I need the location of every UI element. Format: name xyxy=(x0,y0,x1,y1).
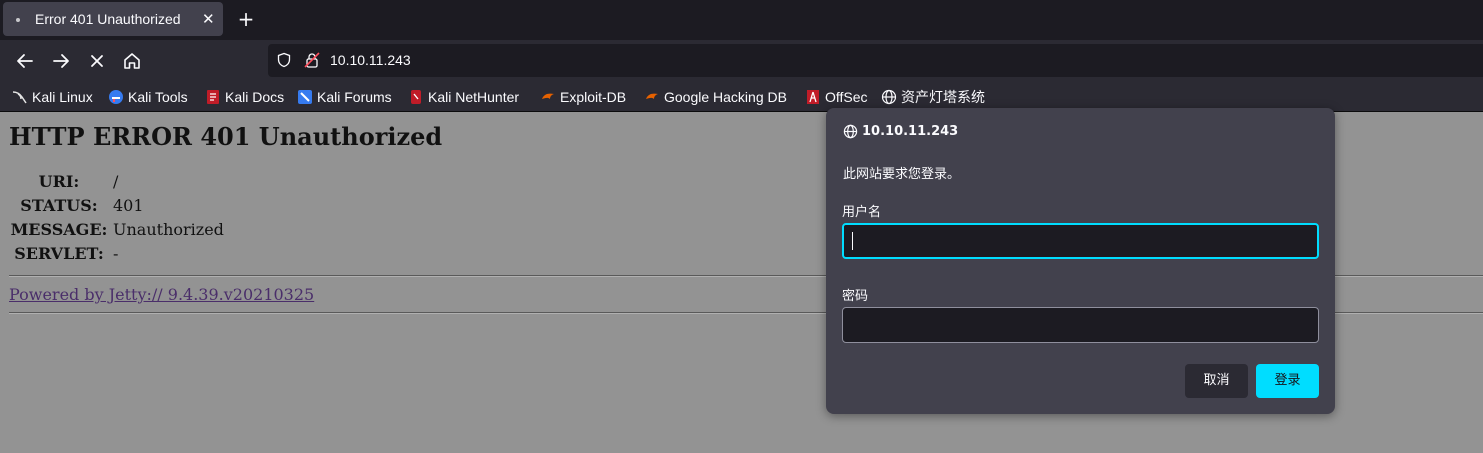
new-tab-button[interactable]: + xyxy=(233,6,259,32)
tab-title: Error 401 Unauthorized xyxy=(35,11,181,27)
bookmark-label: Kali Tools xyxy=(128,89,188,105)
navigation-bar: 10.10.11.243 xyxy=(0,40,1483,82)
page-title: HTTP ERROR 401 Unauthorized xyxy=(9,122,443,151)
username-label: 用户名 xyxy=(842,205,882,220)
password-label: 密码 xyxy=(842,289,869,304)
exploit-db-icon xyxy=(542,93,554,99)
dialog-message: 此网站要求您登录。 xyxy=(843,167,961,182)
tab-strip: Error 401 Unauthorized ✕ + xyxy=(0,0,1483,40)
kali-tools-icon xyxy=(109,90,123,104)
tab-active[interactable]: Error 401 Unauthorized ✕ xyxy=(3,2,223,36)
dialog-host-text: 10.10.11.243 xyxy=(862,124,959,139)
home-button[interactable] xyxy=(120,49,144,73)
bookmark-label: Google Hacking DB xyxy=(664,89,787,105)
username-input[interactable] xyxy=(842,223,1319,259)
password-input[interactable] xyxy=(842,307,1319,343)
kali-forums-icon xyxy=(298,90,312,104)
bookmark-label: 资产灯塔系统 xyxy=(901,89,985,105)
text-caret xyxy=(852,232,853,250)
cancel-button[interactable]: 取消 xyxy=(1185,364,1248,398)
info-key: URI: xyxy=(38,172,80,191)
back-button[interactable] xyxy=(13,49,37,73)
arrow-left-icon xyxy=(17,54,33,68)
ghdb-icon xyxy=(646,93,658,99)
login-button[interactable]: 登录 xyxy=(1256,364,1319,398)
bookmark-offsec[interactable]: OffSec xyxy=(805,88,868,106)
home-icon xyxy=(124,53,140,69)
powered-by-link[interactable]: Powered by Jetty:// 9.4.39.v20210325 xyxy=(9,285,314,304)
auth-dialog: 10.10.11.243 此网站要求您登录。 用户名 密码 取消 登录 xyxy=(826,108,1335,414)
tab-close-icon[interactable]: ✕ xyxy=(202,10,215,28)
stop-x-icon xyxy=(91,55,103,67)
bookmark-label: Exploit-DB xyxy=(560,89,627,105)
kali-nethunter-icon xyxy=(411,90,421,104)
info-key: SERVLET: xyxy=(14,244,104,263)
bookmark-kali-nethunter[interactable]: Kali NetHunter xyxy=(408,88,519,106)
forward-button[interactable] xyxy=(49,49,73,73)
arrow-right-icon xyxy=(53,54,69,68)
bookmark-label: Kali Forums xyxy=(317,89,392,105)
kali-dragon-icon xyxy=(12,91,27,104)
shield-icon[interactable] xyxy=(276,52,292,68)
dialog-host: 10.10.11.243 xyxy=(843,124,958,139)
bookmark-label: Kali Linux xyxy=(32,89,93,105)
kali-docs-icon xyxy=(207,90,219,104)
info-value: 401 xyxy=(113,196,144,215)
bookmark-kali-linux[interactable]: Kali Linux xyxy=(12,88,93,106)
bookmark-label: OffSec xyxy=(825,89,868,105)
bookmark-label: Kali NetHunter xyxy=(428,89,520,105)
globe-icon xyxy=(843,124,858,139)
bookmark-kali-docs[interactable]: Kali Docs xyxy=(205,88,284,106)
info-key: STATUS: xyxy=(20,196,98,215)
bookmark-asset-lighthouse[interactable]: 资产灯塔系统 xyxy=(881,88,985,106)
bookmark-ghdb[interactable]: Google Hacking DB xyxy=(644,88,787,106)
stop-button[interactable] xyxy=(85,49,109,73)
bookmark-label: Kali Docs xyxy=(225,89,285,105)
info-key: MESSAGE: xyxy=(10,220,108,239)
info-value: / xyxy=(113,172,119,191)
info-value: Unauthorized xyxy=(113,220,224,239)
bookmark-exploit-db[interactable]: Exploit-DB xyxy=(540,88,626,106)
bookmark-kali-tools[interactable]: Kali Tools xyxy=(108,88,188,106)
offsec-icon xyxy=(807,90,819,104)
loading-dot-icon xyxy=(16,18,20,22)
insecure-lock-icon[interactable] xyxy=(304,52,320,68)
bookmark-kali-forums[interactable]: Kali Forums xyxy=(297,88,392,106)
globe-icon xyxy=(881,89,897,105)
info-value: - xyxy=(113,244,119,263)
address-bar[interactable]: 10.10.11.243 xyxy=(268,44,1483,77)
url-text[interactable]: 10.10.11.243 xyxy=(330,52,411,68)
